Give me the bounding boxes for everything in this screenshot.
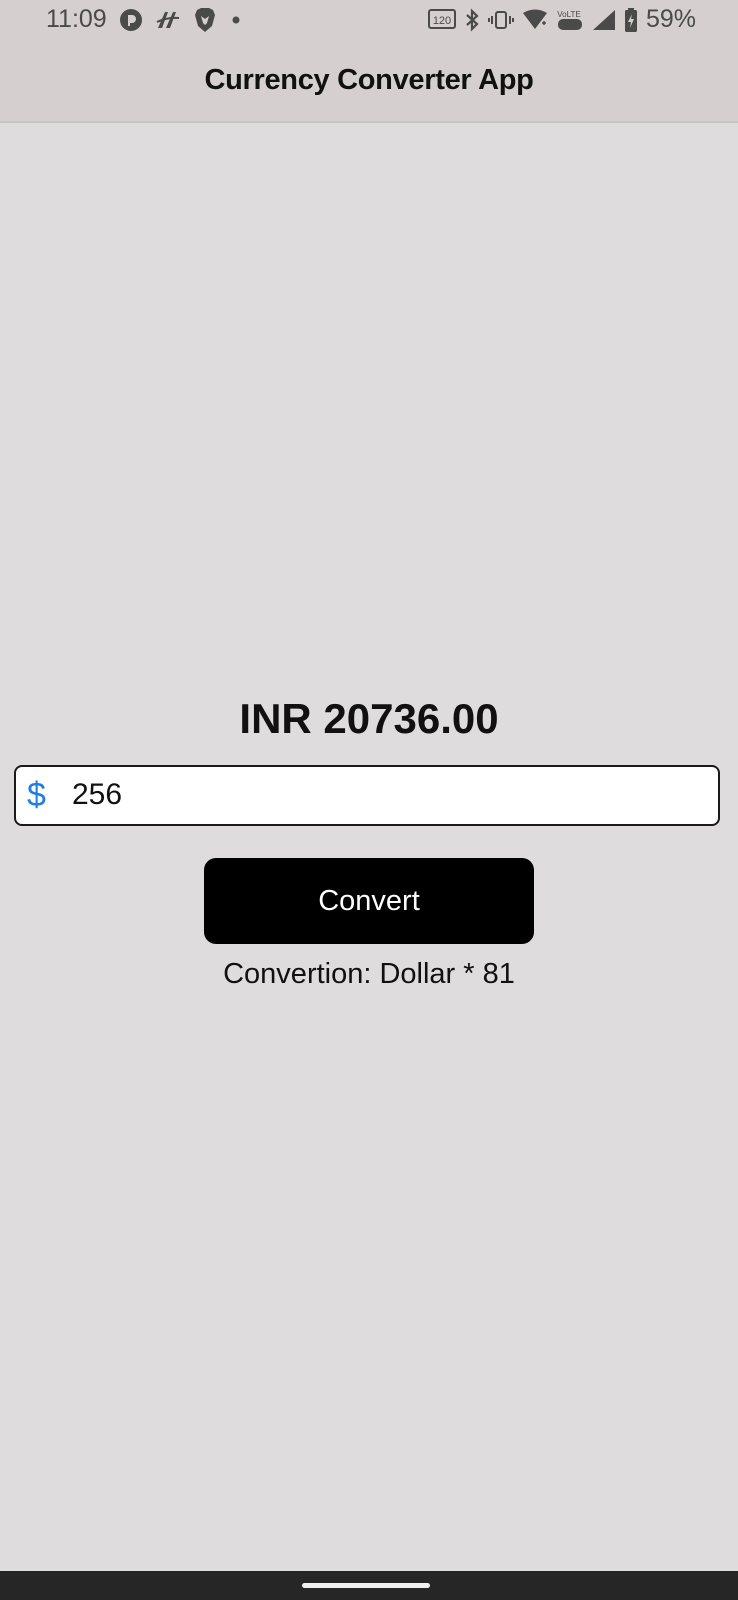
vibrate-icon	[487, 9, 514, 31]
battery-icon	[624, 7, 638, 33]
volte-badge: VoLTE	[557, 10, 580, 19]
signal-icon	[592, 9, 616, 31]
volte-icon: VoLTE	[556, 8, 584, 32]
pocket-casts-icon	[119, 8, 143, 32]
status-left: 11:09	[46, 5, 243, 34]
convert-button[interactable]: Convert	[204, 858, 534, 944]
wifi-icon	[522, 9, 548, 31]
conversion-result: INR 20736.00	[239, 695, 499, 742]
messenger-icon	[155, 9, 181, 31]
refresh-rate-icon: 120	[427, 8, 456, 32]
refresh-rate-badge: 120	[433, 15, 451, 27]
brave-icon	[193, 7, 217, 33]
amount-field[interactable]: $	[14, 765, 720, 826]
status-time: 11:09	[46, 5, 107, 33]
status-bar: 11:09 120 VoLTE 59%	[0, 0, 738, 40]
amount-input[interactable]	[72, 773, 692, 817]
bluetooth-icon	[464, 7, 480, 32]
home-gesture-bar[interactable]	[302, 1583, 430, 1588]
dollar-icon: $	[27, 776, 46, 814]
status-right: 120 VoLTE 59%	[427, 5, 696, 34]
navigation-bar	[0, 1571, 738, 1600]
conversion-note: Convertion: Dollar * 81	[223, 958, 515, 990]
dot-icon	[229, 13, 243, 27]
battery-percentage: 59%	[645, 5, 696, 33]
app-bar: Currency Converter App	[0, 40, 738, 123]
app-title: Currency Converter App	[204, 64, 534, 96]
